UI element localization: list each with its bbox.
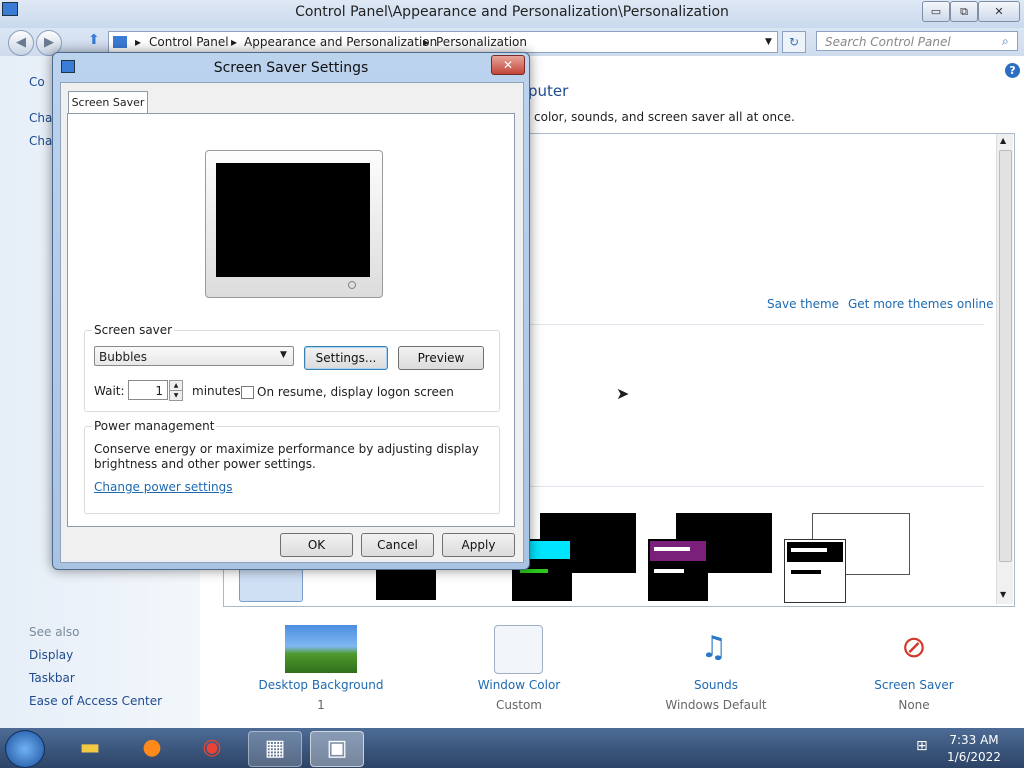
screen-saver-icon[interactable]: ⊘ [890, 624, 938, 672]
help-icon[interactable]: ? [1005, 63, 1020, 78]
theme-thumbnail[interactable] [784, 539, 846, 603]
window-title: Control Panel\Appearance and Personaliza… [295, 4, 729, 20]
screen-saver-dialog: Screen Saver Settings ✕ Screen Saver Scr… [52, 52, 530, 570]
see-also-label: See also [29, 625, 80, 639]
apply-button[interactable]: Apply [442, 533, 515, 557]
chrome-icon[interactable]: ◉ [186, 731, 238, 765]
crumb-separator-icon: ▸ [423, 35, 430, 49]
change-power-settings-link[interactable]: Change power settings [94, 480, 233, 494]
taskbar: ▬ ● ◉ ▦ ▣ ⊞ 7:33 AM 1/6/2022 [0, 728, 1024, 768]
screen-saver-link[interactable]: Screen Saver [834, 678, 994, 692]
dialog-body: Screen Saver Screen saver Bubbles ▼ Sett… [60, 82, 524, 563]
sounds-link[interactable]: Sounds [636, 678, 796, 692]
spin-down-icon[interactable]: ▼ [169, 390, 183, 401]
cancel-button[interactable]: Cancel [361, 533, 434, 557]
screen-saver-value: None [898, 698, 930, 712]
resume-label[interactable]: On resume, display logon screen [257, 385, 454, 399]
see-also-ease-of-access[interactable]: Ease of Access Center [29, 694, 162, 708]
minimize-button[interactable]: ▭ [922, 1, 950, 22]
theme-thumbnail[interactable] [648, 539, 708, 601]
crumb-control-panel[interactable]: Control Panel [149, 32, 229, 52]
theme-scrollbar[interactable]: ▲ ▼ [996, 134, 1013, 604]
address-dropdown-icon[interactable]: ▼ [765, 32, 772, 52]
clock-time[interactable]: 7:33 AM [946, 733, 1002, 747]
breadcrumb[interactable]: ▸ Control Panel ▸ Appearance and Persona… [108, 31, 778, 53]
search-icon[interactable]: ⌕ [1002, 34, 1009, 49]
tab-screen-saver[interactable]: Screen Saver [68, 91, 148, 114]
monitor-power-icon [348, 281, 356, 289]
scroll-thumb[interactable] [999, 150, 1012, 562]
see-also-taskbar[interactable]: Taskbar [29, 671, 75, 685]
search-input[interactable]: Search Control Panel [816, 31, 1018, 51]
maximize-button[interactable]: ⧉ [950, 1, 978, 22]
up-icon[interactable]: ⬆ [88, 32, 100, 48]
desktop-background-value: 1 [317, 698, 325, 712]
crumb-appearance[interactable]: Appearance and Personalization [244, 32, 437, 52]
ok-button[interactable]: OK [280, 533, 353, 557]
preview-button[interactable]: Preview [398, 346, 484, 370]
chevron-down-icon[interactable]: ▼ [280, 350, 287, 360]
divider [529, 324, 984, 325]
tab-panel: Screen saver Bubbles ▼ Settings... Previ… [67, 113, 515, 527]
wait-input[interactable]: 1 [128, 380, 168, 400]
dialog-close-icon[interactable]: ✕ [491, 55, 525, 75]
close-button[interactable]: ✕ [978, 1, 1020, 22]
page-description: color, sounds, and screen saver all at o… [534, 110, 795, 124]
mouse-cursor-icon: ➤ [616, 384, 630, 403]
sounds-value: Windows Default [665, 698, 767, 712]
crumb-separator-icon: ▸ [135, 35, 142, 49]
divider [529, 486, 984, 487]
save-theme-link[interactable]: Save theme [767, 297, 839, 311]
start-button[interactable] [5, 730, 45, 768]
screen-saver-select[interactable]: Bubbles [94, 346, 294, 366]
refresh-icon[interactable]: ↻ [782, 31, 806, 53]
left-link-partial[interactable]: Co [29, 75, 45, 89]
desktop-background-icon[interactable] [285, 625, 357, 673]
power-text-line1: Conserve energy or maximize performance … [94, 442, 479, 456]
firefox-icon[interactable]: ● [126, 731, 178, 765]
back-icon[interactable]: ◀ [8, 30, 34, 56]
control-panel-task-icon[interactable]: ▦ [248, 731, 302, 767]
scroll-up-icon[interactable]: ▲ [1000, 136, 1006, 145]
left-link-partial[interactable]: Cha [29, 134, 52, 148]
left-link-partial[interactable]: Cha [29, 111, 52, 125]
minutes-label: minutes [192, 384, 241, 398]
preview-screen [216, 163, 370, 277]
screen-saver-group-label: Screen saver [92, 323, 175, 337]
window-color-value: Custom [496, 698, 542, 712]
see-also-display[interactable]: Display [29, 648, 73, 662]
sounds-icon[interactable]: ♫ [690, 624, 738, 672]
monitor-preview [205, 150, 383, 298]
settings-button[interactable]: Settings... [304, 346, 388, 370]
crumb-personalization[interactable]: Personalization [436, 32, 527, 52]
desktop-background-link[interactable]: Desktop Background [241, 678, 401, 692]
screen-saver-task-icon[interactable]: ▣ [310, 731, 364, 767]
resume-checkbox[interactable] [241, 386, 254, 399]
power-group-label: Power management [92, 419, 217, 433]
get-more-themes-link[interactable]: Get more themes online [848, 297, 994, 311]
file-explorer-icon[interactable]: ▬ [64, 731, 116, 765]
page-heading: puter [528, 82, 569, 100]
clock-date[interactable]: 1/6/2022 [946, 750, 1002, 764]
control-panel-icon [113, 36, 127, 48]
power-text-line2: brightness and other power settings. [94, 457, 316, 471]
network-icon[interactable]: ⊞ [916, 738, 928, 754]
window-color-link[interactable]: Window Color [439, 678, 599, 692]
wait-label: Wait: [94, 384, 125, 398]
scroll-down-icon[interactable]: ▼ [1000, 590, 1006, 599]
window-color-icon[interactable] [494, 625, 543, 674]
crumb-separator-icon: ▸ [231, 35, 238, 49]
dialog-title: Screen Saver Settings [213, 60, 369, 76]
title-bar: Control Panel\Appearance and Personaliza… [0, 0, 1024, 28]
